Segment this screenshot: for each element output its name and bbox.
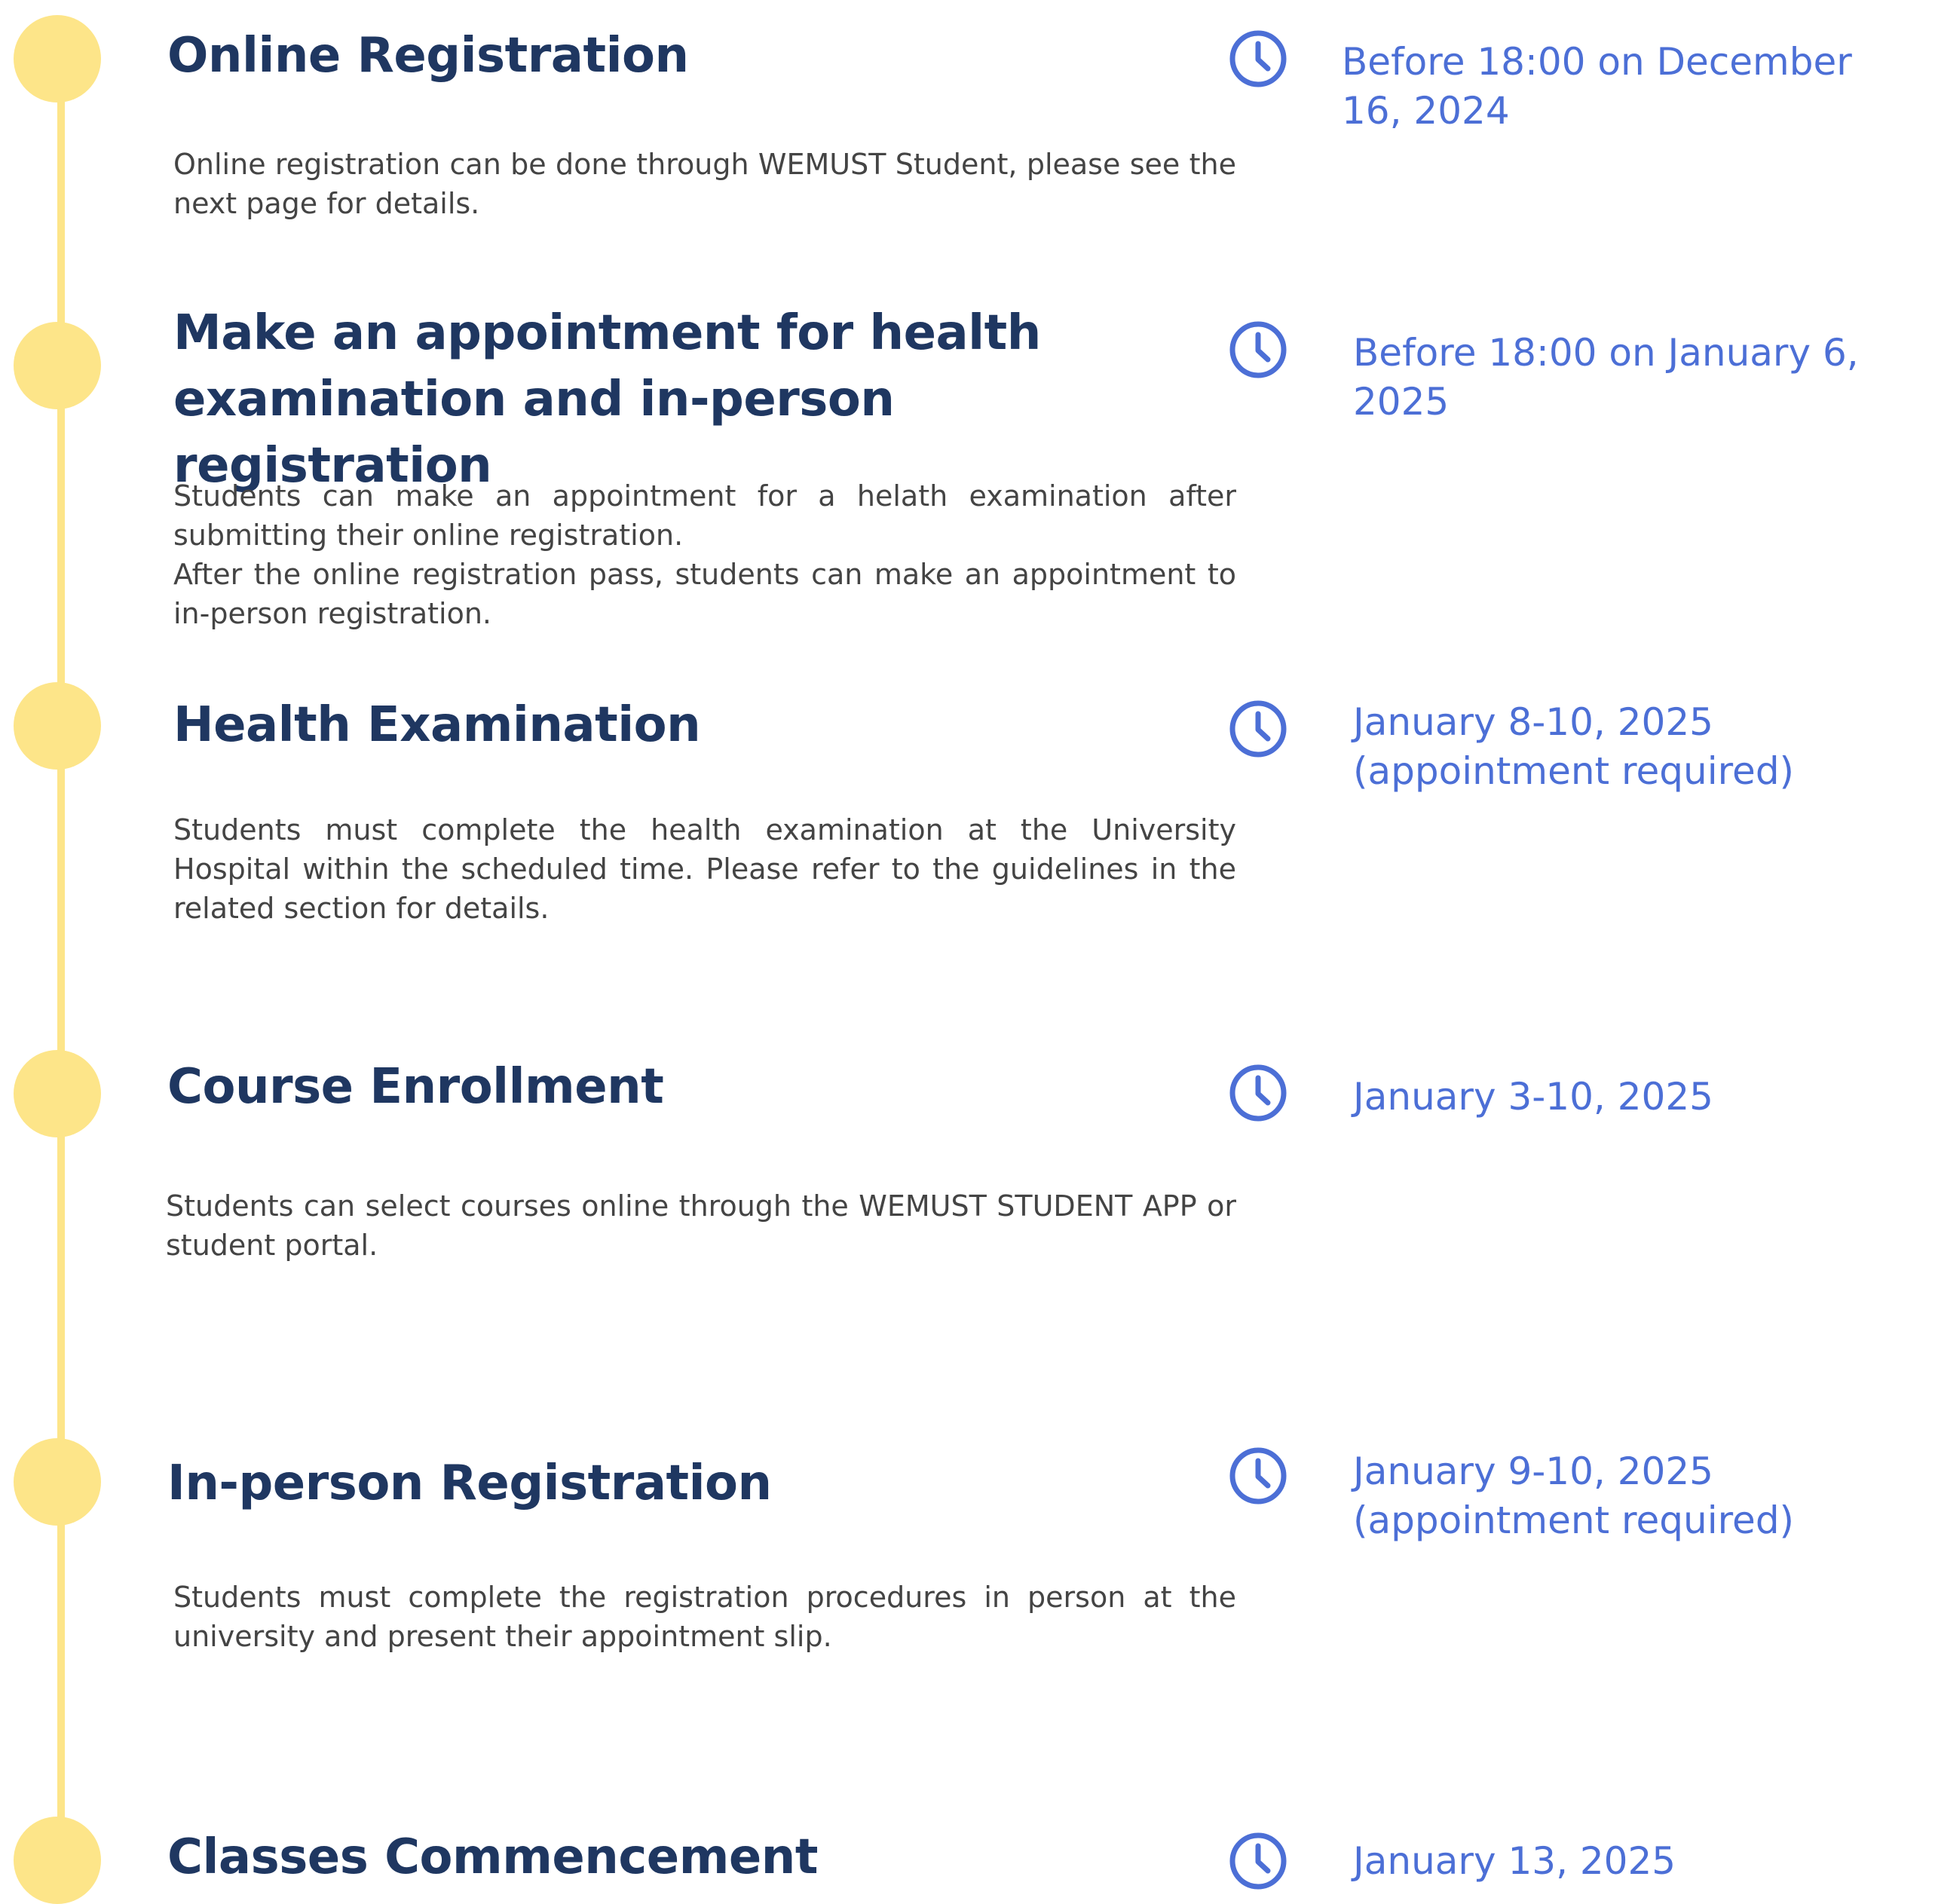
timeline-dot: [14, 682, 101, 770]
clock-icon: [1229, 1447, 1287, 1505]
description-paragraph: Online registration can be done through …: [173, 148, 1236, 220]
step-description: Students must complete the registration …: [173, 1578, 1236, 1656]
timeline-dot: [14, 1817, 101, 1904]
timeline-dot: [14, 322, 101, 409]
step-title: Online Registration: [167, 28, 689, 84]
clock-icon: [1229, 700, 1287, 758]
step-date: January 13, 2025: [1353, 1839, 1676, 1883]
clock-icon: [1229, 321, 1287, 378]
step-date: January 9-10, 2025 (appointment required…: [1353, 1449, 1795, 1542]
description-paragraph: Students can make an appointment for a h…: [173, 479, 1236, 552]
step-date: January 3-10, 2025: [1353, 1075, 1713, 1119]
description-paragraph: Students must complete the health examin…: [173, 813, 1236, 925]
step-title: In-person Registration: [167, 1456, 772, 1511]
step-date: Before 18:00 on December 16, 2024: [1342, 40, 1852, 133]
clock-icon: [1229, 1064, 1287, 1122]
step-description: Students must complete the health examin…: [173, 810, 1236, 928]
step-title: Make an appointment for health examinati…: [173, 305, 1041, 494]
timeline-dot: [14, 1050, 101, 1137]
step-date: January 8-10, 2025 (appointment required…: [1353, 700, 1795, 793]
step-title: Health Examination: [173, 697, 701, 753]
timeline-dot: [14, 15, 101, 103]
timeline-dot: [14, 1438, 101, 1526]
clock-icon: [1229, 1832, 1287, 1890]
step-description: Students can make an appointment for a h…: [173, 476, 1236, 633]
step-description: Online registration can be done through …: [173, 145, 1236, 223]
step-title: Course Enrollment: [167, 1059, 664, 1115]
clock-icon: [1229, 30, 1287, 87]
description-paragraph: Students can select courses online throu…: [166, 1189, 1236, 1262]
step-description: Students can select courses online throu…: [166, 1186, 1236, 1265]
step-title: Classes Commencement: [167, 1829, 818, 1885]
description-paragraph: Students must complete the registration …: [173, 1581, 1236, 1653]
description-paragraph: After the online registration pass, stud…: [173, 558, 1236, 630]
step-date: Before 18:00 on January 6, 2025: [1353, 331, 1859, 424]
